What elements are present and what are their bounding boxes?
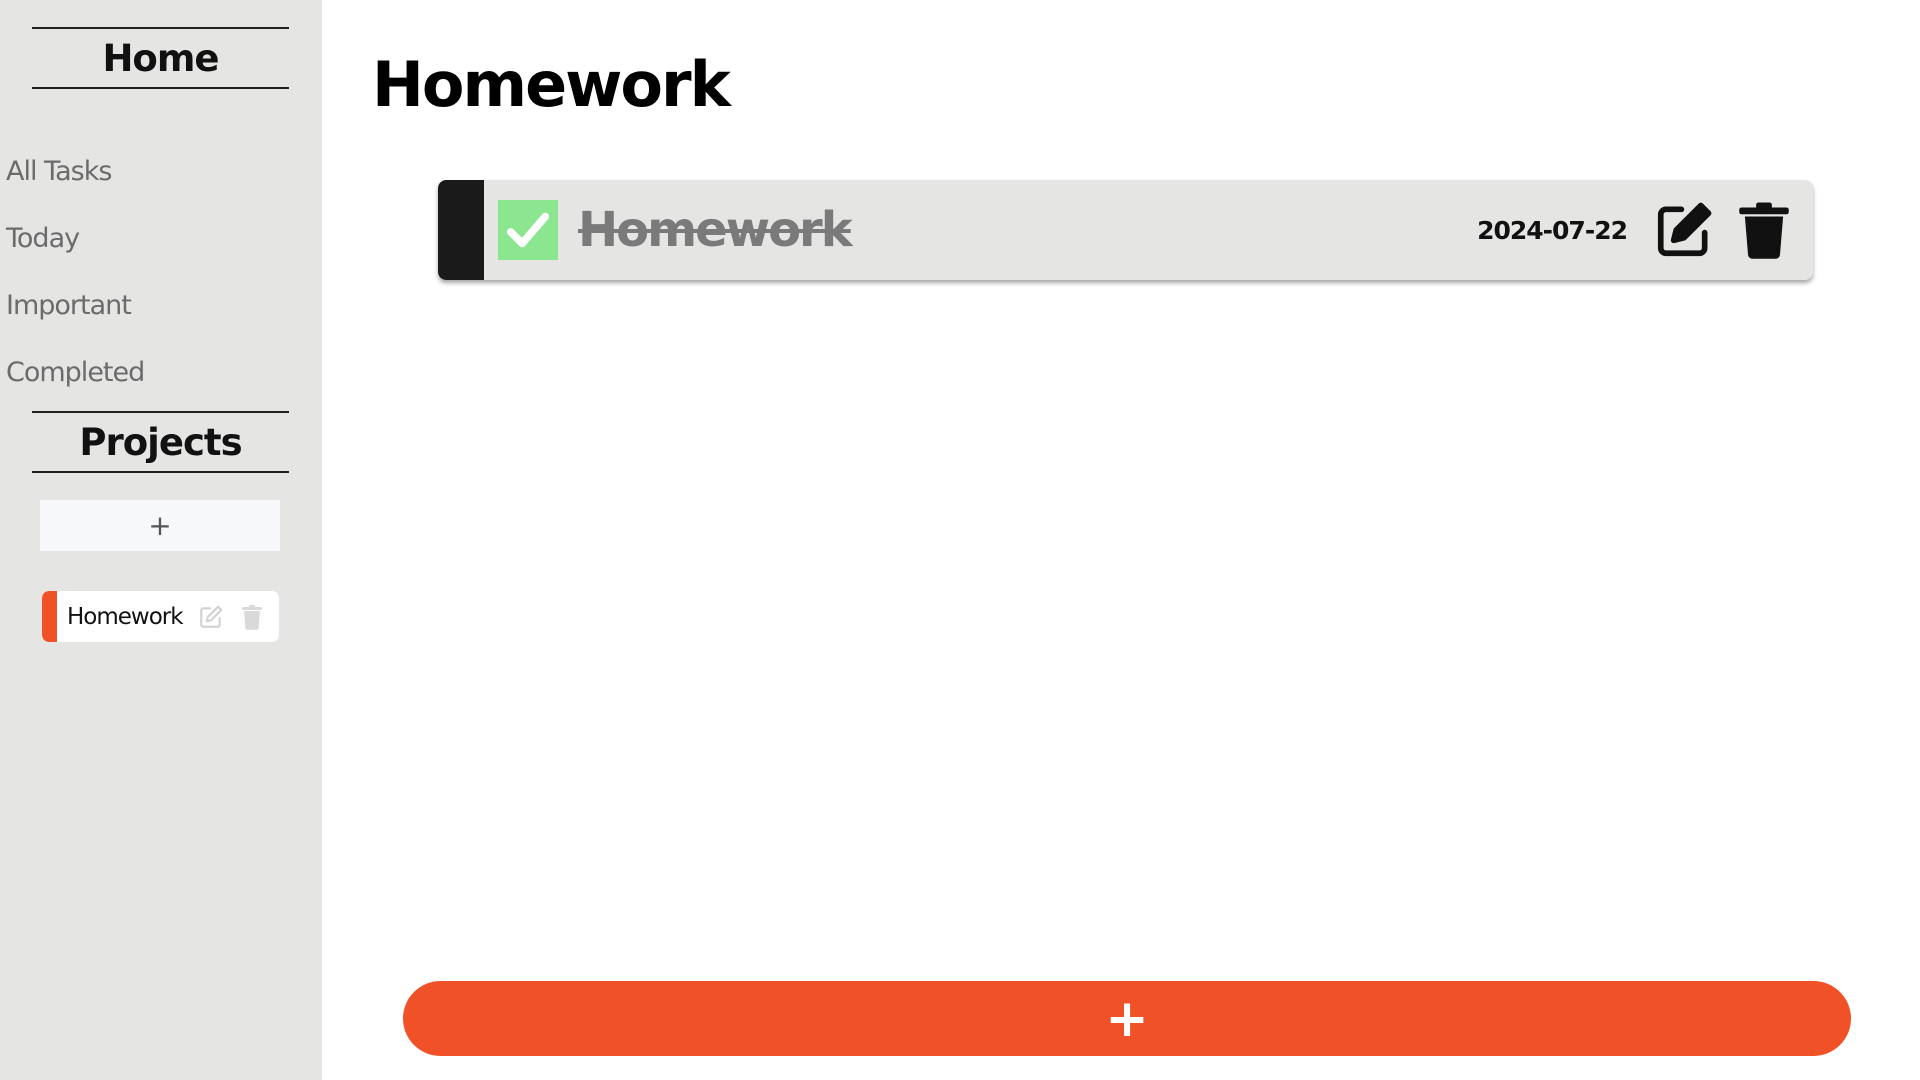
edit-icon[interactable] xyxy=(197,603,225,631)
project-name: Homework xyxy=(67,603,184,630)
sidebar: Home All Tasks Today Important Completed… xyxy=(0,0,322,1080)
edit-icon[interactable] xyxy=(1653,199,1715,261)
add-task-button[interactable]: + xyxy=(403,981,1851,1056)
sidebar-item-important[interactable]: Important xyxy=(6,272,144,339)
project-item-homework[interactable]: Homework xyxy=(42,591,279,642)
trash-icon[interactable] xyxy=(238,603,266,631)
sidebar-item-all-tasks[interactable]: All Tasks xyxy=(6,138,144,205)
project-color-accent xyxy=(42,591,57,642)
sidebar-item-today[interactable]: Today xyxy=(6,205,144,272)
sidebar-nav: All Tasks Today Important Completed xyxy=(6,138,145,406)
home-heading[interactable]: Home xyxy=(32,27,289,89)
task-title: Homework xyxy=(578,202,853,258)
task-priority-bar xyxy=(438,180,484,280)
app: Home All Tasks Today Important Completed… xyxy=(0,0,1920,1080)
projects-heading: Projects xyxy=(32,411,289,473)
task-complete-checkbox[interactable] xyxy=(498,200,558,260)
check-icon xyxy=(506,212,550,248)
task-due-date: 2024-07-22 xyxy=(1477,215,1628,245)
page-title: Homework xyxy=(372,48,731,121)
sidebar-item-completed[interactable]: Completed xyxy=(6,339,145,406)
add-project-button[interactable]: + xyxy=(40,500,280,551)
trash-icon[interactable] xyxy=(1733,199,1795,261)
task-card[interactable]: Homework 2024-07-22 xyxy=(438,180,1813,280)
